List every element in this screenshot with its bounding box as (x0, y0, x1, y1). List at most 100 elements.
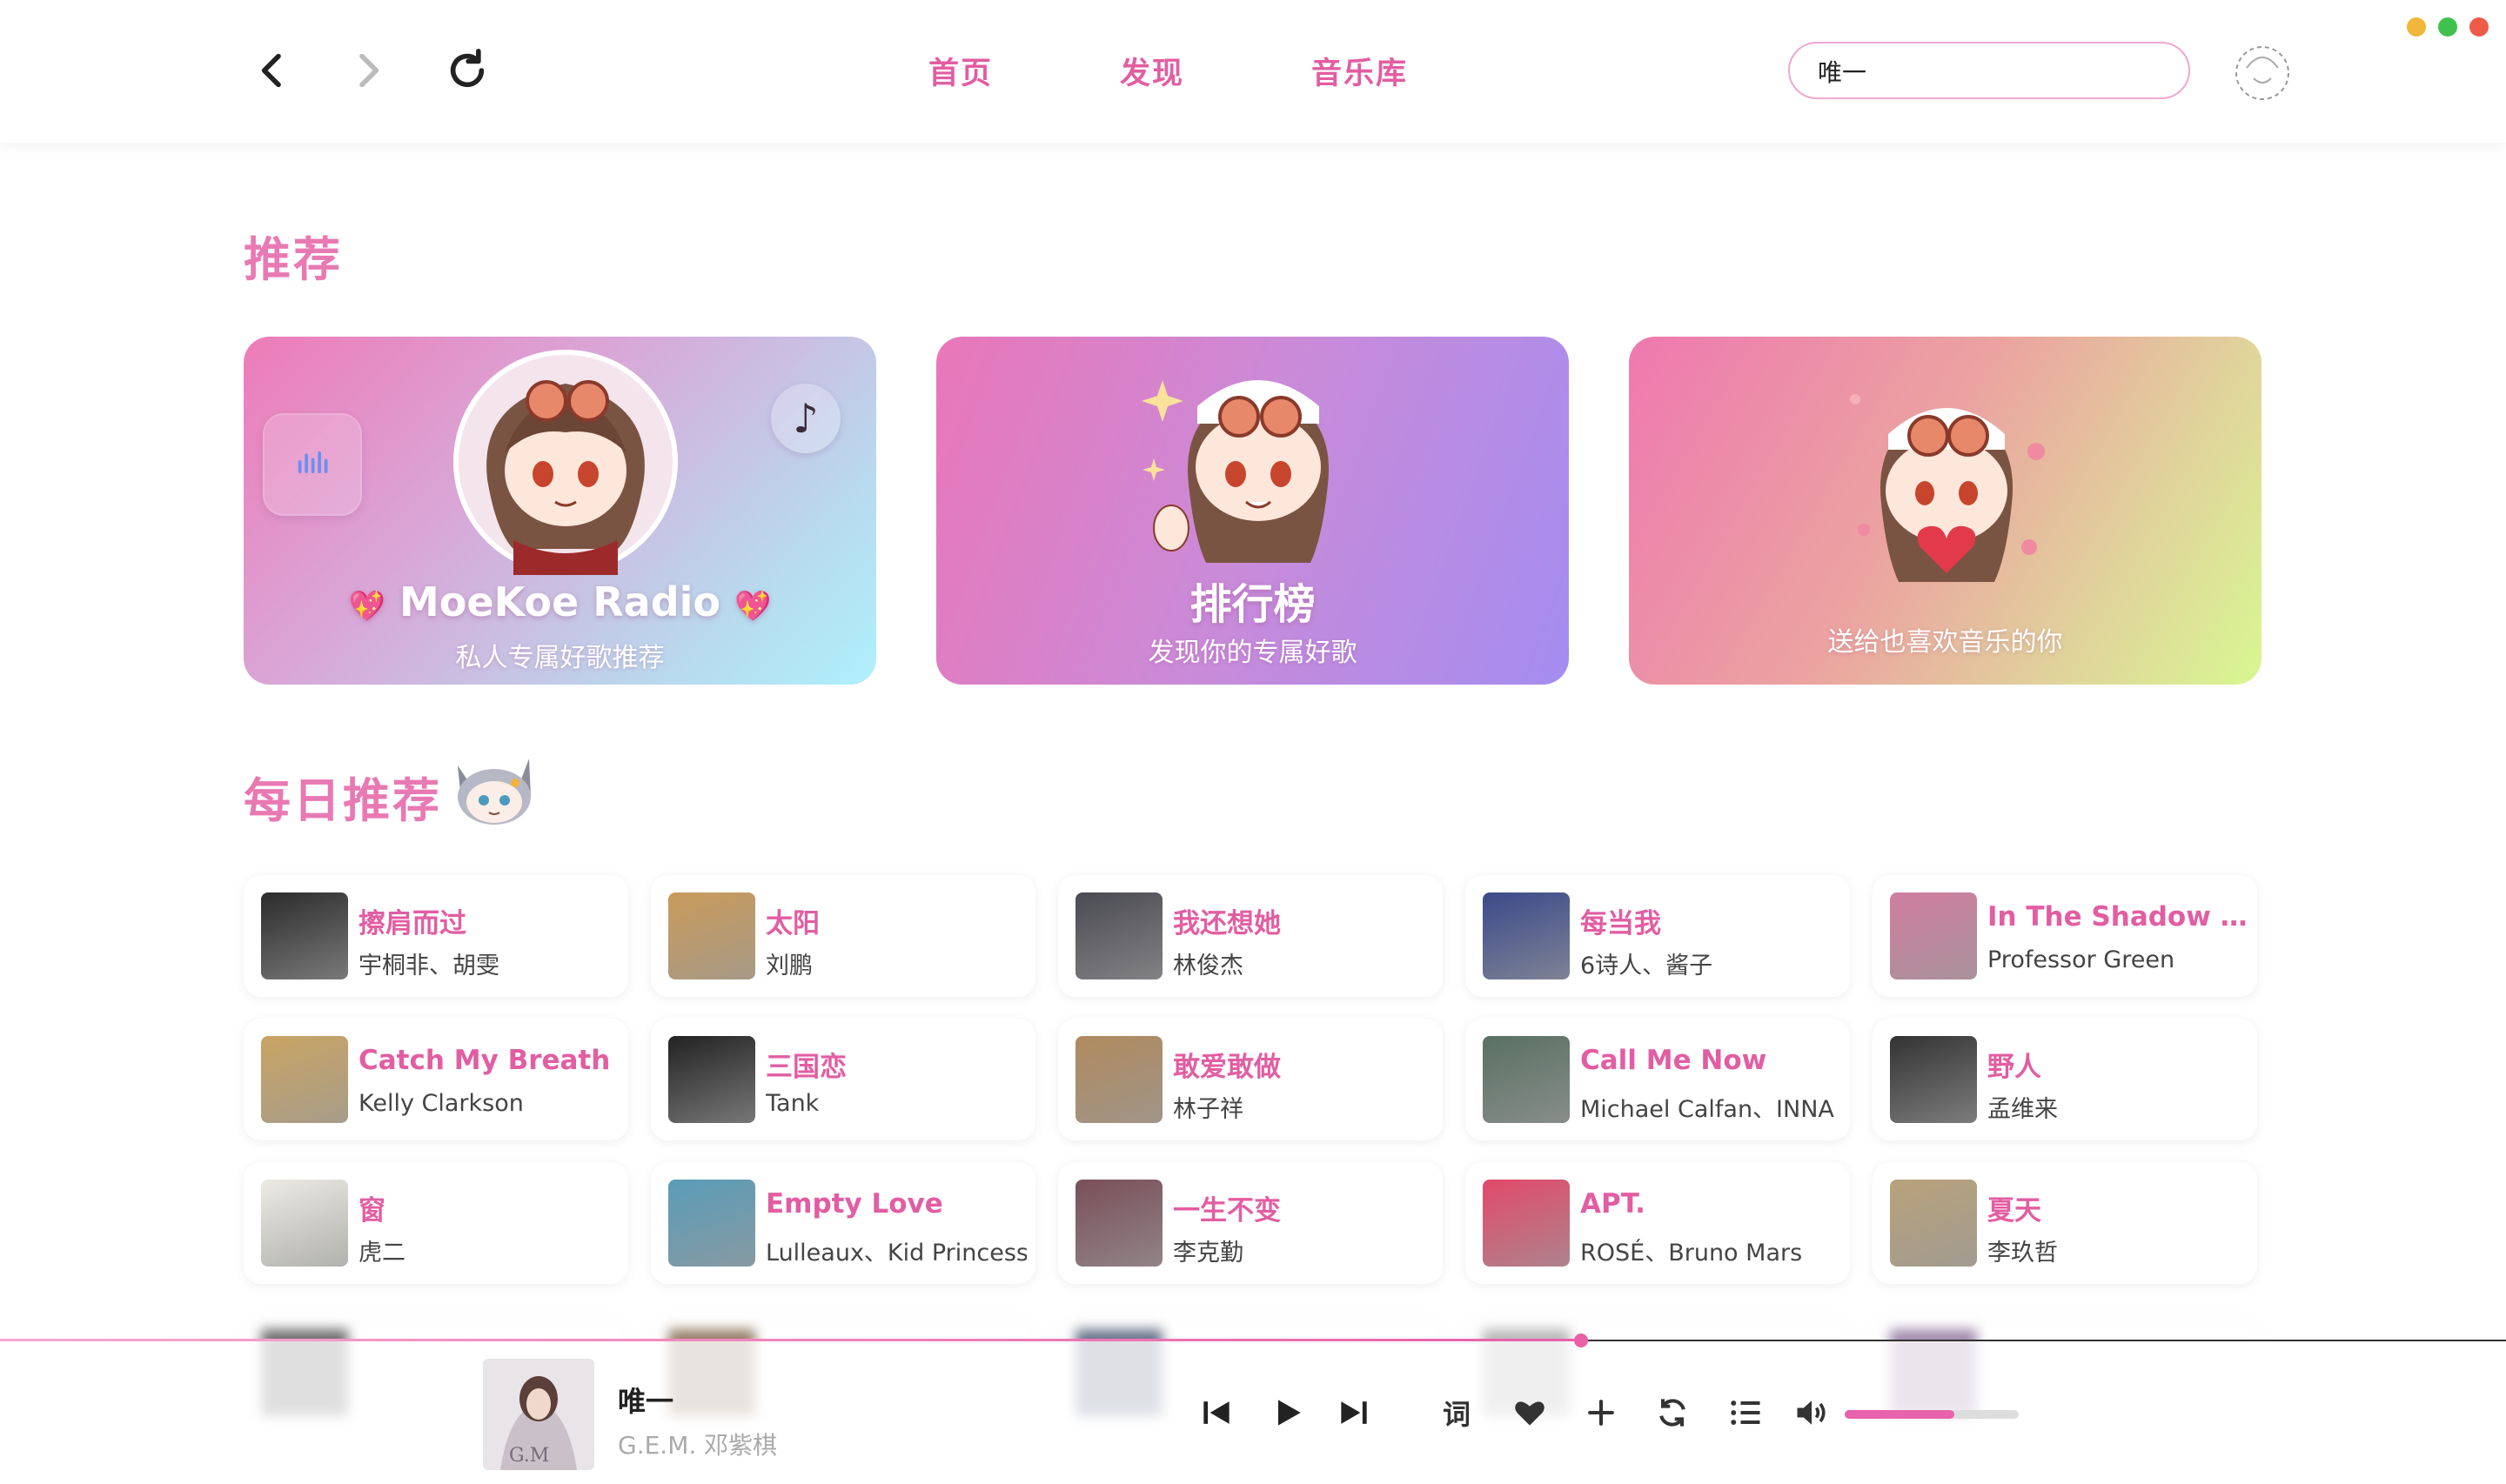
song-card[interactable]: 擦肩而过 宇桐非、胡雯 (244, 875, 628, 997)
nav-discover[interactable]: 发现 (1120, 49, 1184, 93)
song-card[interactable]: 我还想她 林俊杰 (1058, 875, 1443, 997)
song-artist: 孟维来 (1987, 1096, 2058, 1123)
chevron-right-icon (359, 53, 379, 88)
chibi-cat-sticker (458, 759, 531, 825)
song-artist: Tank (766, 1090, 820, 1117)
sound-wave-icon (298, 451, 328, 473)
song-title: 三国恋 (766, 1052, 847, 1083)
progress-bar-fill (0, 1339, 1582, 1341)
song-card[interactable]: 太阳 刘鹏 (651, 875, 1035, 997)
previous-button[interactable] (1189, 1385, 1244, 1441)
play-icon (1278, 1400, 1301, 1426)
song-cover (1075, 1036, 1163, 1123)
user-avatar[interactable] (2228, 38, 2297, 108)
ranking-card-subtitle: 发现你的专属好歌 (1148, 638, 1357, 668)
song-cover (261, 1036, 348, 1123)
song-cover (1890, 892, 1977, 979)
radio-card-title: 💖 MoeKoe Radio 💖 (348, 578, 772, 625)
progress-knob[interactable] (1574, 1334, 1589, 1347)
song-card[interactable]: Catch My Breath Kelly Clarkson (244, 1019, 628, 1140)
song-artist: 虎二 (358, 1240, 405, 1267)
song-cover (1483, 1180, 1570, 1267)
song-artist: 李克勤 (1173, 1240, 1243, 1267)
song-artist: 李玖哲 (1987, 1240, 2058, 1267)
back-button[interactable] (242, 40, 303, 101)
song-artist: 6诗人、酱子 (1580, 953, 1713, 979)
radio-wave-button[interactable] (263, 413, 362, 516)
nav-library[interactable]: 音乐库 (1311, 49, 1408, 93)
now-playing-title: 唯一 (618, 1385, 674, 1418)
top-bar: 首页 发现 音乐库 (0, 0, 2506, 143)
now-playing-cover[interactable]: G.M (483, 1359, 594, 1470)
song-card[interactable]: Call Me Now Michael Calfan、INNA (1465, 1019, 1850, 1140)
refresh-button[interactable] (437, 40, 498, 101)
song-card[interactable]: 三国恋 Tank (651, 1019, 1035, 1140)
radio-card[interactable]: ♪ 💖 MoeKoe Radio 💖 私人专属好歌推荐 (244, 337, 876, 685)
ranking-card-title: 排行榜 (1189, 580, 1316, 629)
plus-icon (1588, 1400, 1614, 1426)
search-box[interactable] (1788, 42, 2190, 99)
song-title: Empty Love (766, 1188, 943, 1220)
song-cover (668, 1180, 755, 1267)
recommend-section-title: 推荐 (244, 232, 343, 287)
song-title: 夏天 (1987, 1195, 2041, 1227)
share-card[interactable]: 送给也喜欢音乐的你 (1629, 337, 2261, 685)
song-card[interactable]: 窗虎二 (244, 1162, 628, 1284)
song-title: 一生不变 (1173, 1195, 1281, 1227)
song-artist: ROSÉ、Bruno Mars (1580, 1240, 1803, 1267)
song-card[interactable]: 夏天 李玖哲 (1873, 1162, 2257, 1284)
song-title: 野人 (1987, 1052, 2041, 1083)
song-card[interactable]: 敢爱敢做 林子祥 (1058, 1019, 1443, 1140)
svg-text:G.M: G.M (509, 1445, 549, 1467)
song-cover (261, 1180, 348, 1267)
nav-home[interactable]: 首页 (928, 49, 993, 93)
search-input[interactable] (1816, 43, 2168, 99)
song-title: APT. (1580, 1188, 1645, 1220)
song-card[interactable]: 一生不变 李克勤 (1058, 1162, 1443, 1284)
minimize-button[interactable] (2407, 17, 2426, 37)
sparkle-heart-icon: 💖 (734, 589, 772, 624)
like-button[interactable] (1502, 1385, 1558, 1441)
add-to-playlist-button[interactable] (1573, 1385, 1629, 1441)
song-cover (1483, 892, 1570, 979)
volume-slider-fill (1845, 1410, 1954, 1419)
maximize-button[interactable] (2438, 17, 2457, 37)
song-cover (1075, 892, 1163, 979)
volume-button[interactable] (1784, 1385, 1839, 1441)
heart-icon (1515, 1401, 1544, 1426)
volume-slider[interactable] (1845, 1410, 2019, 1419)
song-title: 每当我 (1580, 908, 1661, 939)
song-card[interactable]: In The Shadow O... Professor Green (1873, 875, 2257, 997)
play-button[interactable] (1260, 1385, 1316, 1441)
music-note-button[interactable]: ♪ (771, 384, 841, 453)
song-artist: 宇桐非、胡雯 (358, 953, 499, 979)
next-button[interactable] (1326, 1385, 1382, 1441)
song-card[interactable]: 野人 孟维来 (1873, 1019, 2257, 1140)
refresh-icon (450, 49, 485, 88)
song-cover (1483, 1036, 1570, 1123)
chibi-thumbs-up-image (1142, 380, 1329, 563)
sparkle-heart-icon: 💖 (348, 589, 385, 624)
repeat-button[interactable] (1645, 1385, 1700, 1441)
chibi-heart-image (1850, 394, 2045, 582)
song-title: 敢爱敢做 (1173, 1052, 1281, 1083)
song-artist: 林子祥 (1173, 1096, 1243, 1123)
song-cover (261, 892, 348, 979)
song-artist: 刘鹏 (766, 953, 813, 979)
lyrics-button[interactable]: 词 (1429, 1385, 1484, 1441)
repeat-icon (1659, 1399, 1685, 1427)
song-title: Call Me Now (1580, 1045, 1767, 1076)
now-playing-artist: G.E.M. 邓紫棋 (618, 1431, 778, 1460)
song-cover (1075, 1180, 1163, 1267)
queue-button[interactable] (1718, 1385, 1773, 1441)
song-card[interactable]: APT. ROSÉ、Bruno Mars (1465, 1162, 1850, 1284)
song-card[interactable]: 每当我 6诗人、酱子 (1465, 875, 1850, 997)
ranking-card[interactable]: 排行榜 发现你的专属好歌 (936, 337, 1569, 685)
song-card[interactable]: Empty Love Lulleaux、Kid Princess (651, 1162, 1035, 1284)
song-artist: Michael Calfan、INNA (1580, 1096, 1834, 1123)
list-icon (1731, 1400, 1760, 1425)
song-title: In The Shadow O... (1987, 901, 2248, 933)
forward-button[interactable] (338, 40, 399, 101)
close-button[interactable] (2469, 17, 2489, 37)
window-controls (2407, 17, 2489, 37)
